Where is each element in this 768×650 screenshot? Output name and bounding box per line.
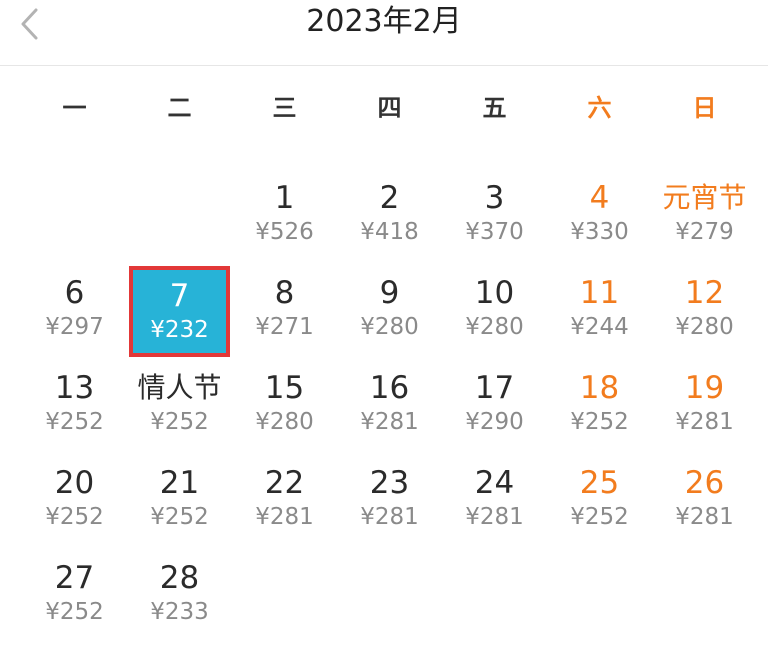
day-price: ¥280 xyxy=(360,314,419,340)
day-number: 3 xyxy=(484,180,505,216)
day-number: 10 xyxy=(474,275,515,311)
day-price: ¥271 xyxy=(255,314,314,340)
day-number: 情人节 xyxy=(137,371,222,404)
day-number: 24 xyxy=(474,465,515,501)
day-cell[interactable]: 26 ¥281 xyxy=(652,452,757,547)
calendar-header: 2023年2月 xyxy=(0,0,768,66)
day-number: 15 xyxy=(264,370,305,406)
day-cell[interactable]: 19 ¥281 xyxy=(652,357,757,452)
day-cell[interactable]: 24 ¥281 xyxy=(442,452,547,547)
day-price: ¥281 xyxy=(360,504,419,530)
day-price: ¥418 xyxy=(360,219,419,245)
day-number: 8 xyxy=(274,275,295,311)
day-cell[interactable]: 11 ¥244 xyxy=(547,262,652,357)
day-price: ¥281 xyxy=(675,409,734,435)
day-number: 6 xyxy=(64,275,85,311)
month-title: 2023年2月 xyxy=(306,4,462,39)
day-price: ¥281 xyxy=(465,504,524,530)
day-price: ¥279 xyxy=(675,219,734,245)
day-cell[interactable]: 4 ¥330 xyxy=(547,167,652,262)
day-cell[interactable]: 12 ¥280 xyxy=(652,262,757,357)
day-price: ¥526 xyxy=(255,219,314,245)
day-price: ¥370 xyxy=(465,219,524,245)
day-cell[interactable]: 情人节 ¥252 xyxy=(127,357,232,452)
empty-day-cell xyxy=(22,167,127,262)
day-price: ¥252 xyxy=(45,599,104,625)
day-cell-selected[interactable]: 7 ¥232 xyxy=(129,266,230,357)
day-number: 19 xyxy=(684,370,725,406)
day-price: ¥252 xyxy=(570,409,629,435)
day-number: 28 xyxy=(159,560,200,596)
day-price: ¥281 xyxy=(360,409,419,435)
day-cell[interactable]: 13 ¥252 xyxy=(22,357,127,452)
day-cell[interactable]: 8 ¥271 xyxy=(232,262,337,357)
day-cell[interactable]: 22 ¥281 xyxy=(232,452,337,547)
day-price: ¥233 xyxy=(150,599,209,625)
day-cell[interactable]: 23 ¥281 xyxy=(337,452,442,547)
day-cell[interactable]: 15 ¥280 xyxy=(232,357,337,452)
day-price: ¥281 xyxy=(675,504,734,530)
day-number: 21 xyxy=(159,465,200,501)
day-number: 2 xyxy=(379,180,400,216)
day-cell[interactable]: 17 ¥290 xyxy=(442,357,547,452)
day-number: 1 xyxy=(274,180,295,216)
day-number: 7 xyxy=(169,278,190,314)
day-cell[interactable]: 3 ¥370 xyxy=(442,167,547,262)
day-cell[interactable]: 2 ¥418 xyxy=(337,167,442,262)
day-number: 18 xyxy=(579,370,620,406)
day-price: ¥281 xyxy=(255,504,314,530)
day-price: ¥280 xyxy=(465,314,524,340)
day-number: 17 xyxy=(474,370,515,406)
weekday-sun: 日 xyxy=(692,94,717,122)
day-number: 13 xyxy=(54,370,95,406)
day-number: 20 xyxy=(54,465,95,501)
day-number: 11 xyxy=(579,275,620,311)
calendar-grid: 1 ¥526 2 ¥418 3 ¥370 4 ¥330 元宵节 ¥279 6 ¥297 7 ¥232 8 ¥2… xyxy=(22,167,757,642)
day-cell[interactable]: 6 ¥297 xyxy=(22,262,127,357)
day-price: ¥244 xyxy=(570,314,629,340)
day-cell[interactable]: 18 ¥252 xyxy=(547,357,652,452)
day-number: 26 xyxy=(684,465,725,501)
day-number: 27 xyxy=(54,560,95,596)
weekday-fri: 五 xyxy=(482,94,507,122)
empty-day-cell xyxy=(127,167,232,262)
day-price: ¥290 xyxy=(465,409,524,435)
day-number: 12 xyxy=(684,275,725,311)
day-cell[interactable]: 1 ¥526 xyxy=(232,167,337,262)
day-cell[interactable]: 元宵节 ¥279 xyxy=(652,167,757,262)
weekday-wed: 三 xyxy=(272,94,297,122)
day-cell[interactable]: 25 ¥252 xyxy=(547,452,652,547)
day-price: ¥252 xyxy=(45,504,104,530)
day-cell[interactable]: 9 ¥280 xyxy=(337,262,442,357)
day-number: 9 xyxy=(379,275,400,311)
day-price: ¥252 xyxy=(45,409,104,435)
day-price: ¥280 xyxy=(255,409,314,435)
day-number: 4 xyxy=(589,180,610,216)
day-number: 23 xyxy=(369,465,410,501)
weekday-sat: 六 xyxy=(587,94,612,122)
day-cell[interactable]: 20 ¥252 xyxy=(22,452,127,547)
day-cell[interactable]: 10 ¥280 xyxy=(442,262,547,357)
day-price: ¥252 xyxy=(570,504,629,530)
day-price: ¥280 xyxy=(675,314,734,340)
weekday-header: 一 二 三 四 五 六 日 xyxy=(22,66,768,141)
day-cell[interactable]: 28 ¥233 xyxy=(127,547,232,642)
day-cell[interactable]: 27 ¥252 xyxy=(22,547,127,642)
weekday-thu: 四 xyxy=(377,94,402,122)
day-cell[interactable]: 21 ¥252 xyxy=(127,452,232,547)
day-number: 元宵节 xyxy=(662,181,747,214)
day-number: 25 xyxy=(579,465,620,501)
day-number: 16 xyxy=(369,370,410,406)
day-price: ¥252 xyxy=(150,409,209,435)
day-price: ¥330 xyxy=(570,219,629,245)
day-price: ¥232 xyxy=(150,317,209,343)
day-price: ¥297 xyxy=(45,314,104,340)
day-price: ¥252 xyxy=(150,504,209,530)
weekday-tue: 二 xyxy=(167,94,192,122)
day-cell[interactable]: 16 ¥281 xyxy=(337,357,442,452)
day-number: 22 xyxy=(264,465,305,501)
weekday-mon: 一 xyxy=(62,94,87,122)
